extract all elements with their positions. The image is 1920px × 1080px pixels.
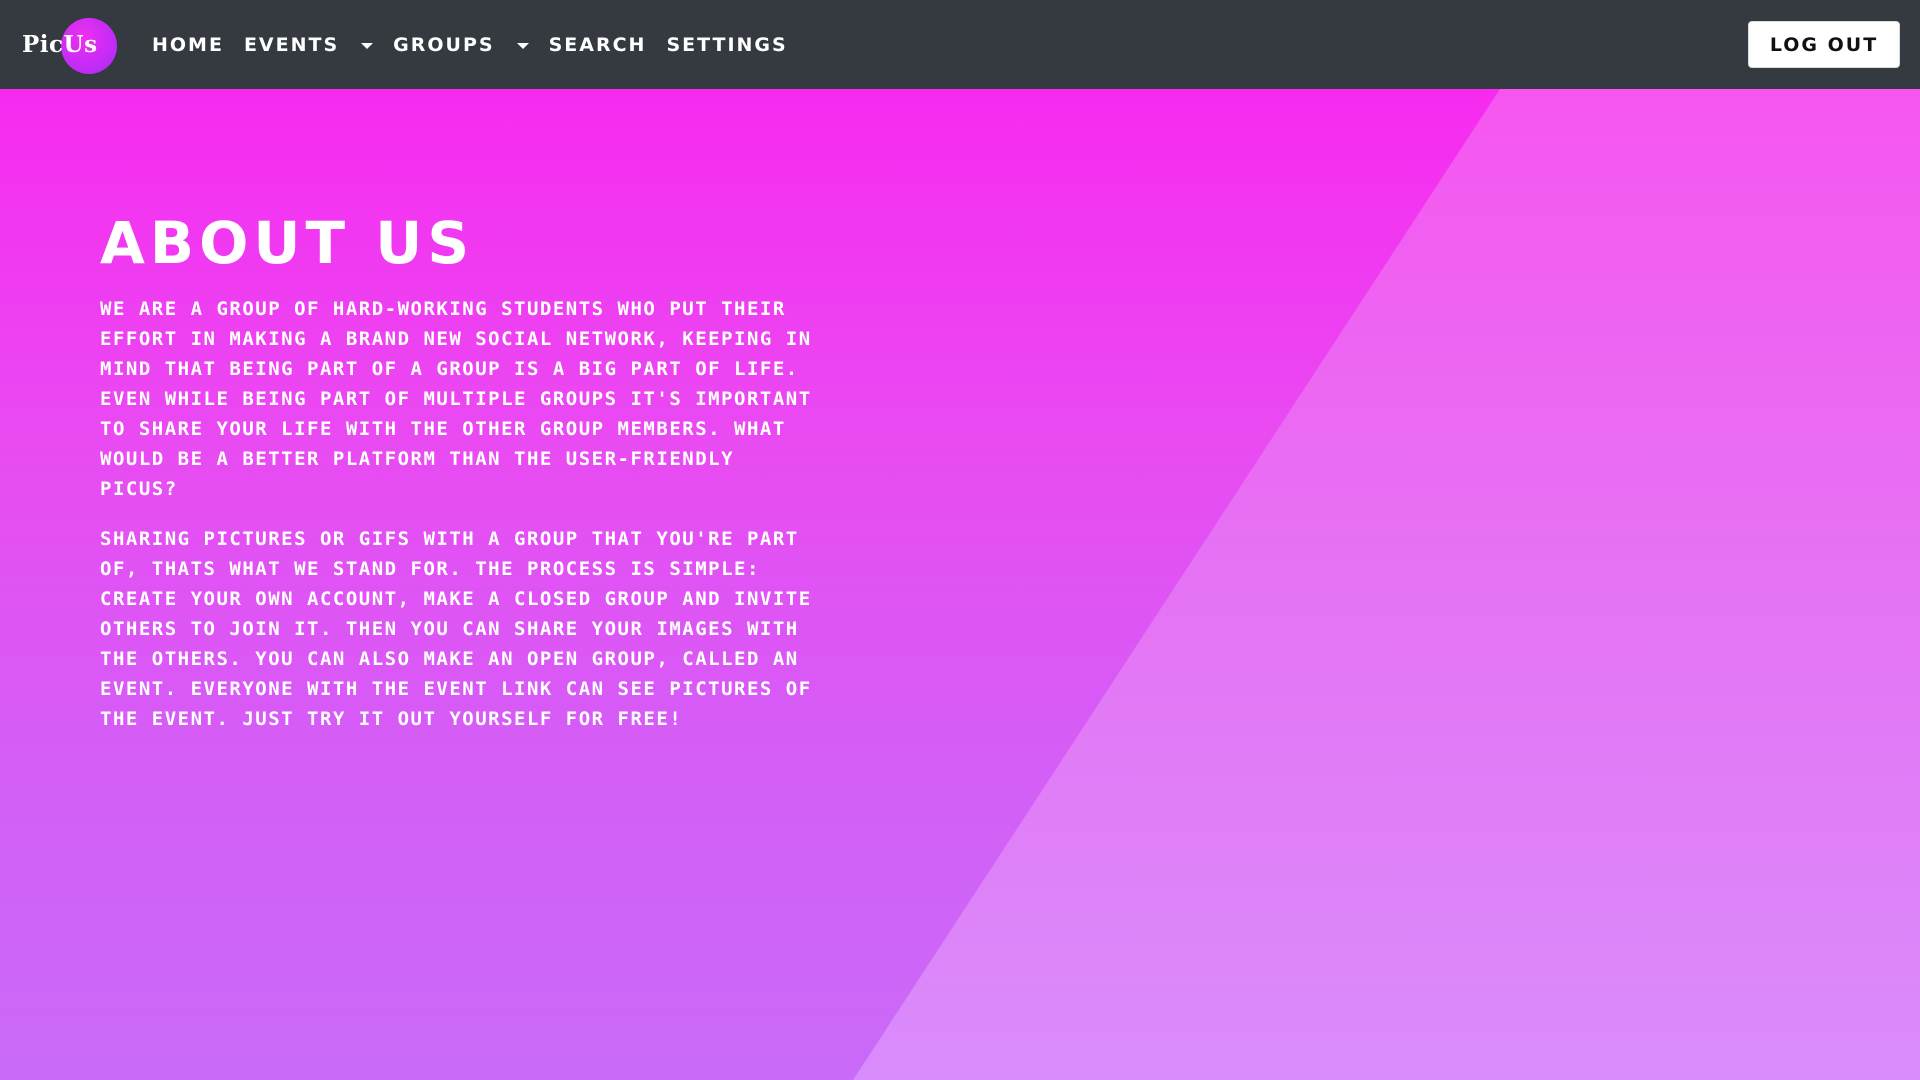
nav-search-link[interactable]: SEARCH [549,34,647,56]
about-paragraph-1: WE ARE A GROUP OF HARD-WORKING STUDENTS … [100,298,812,500]
about-paragraph-2: SHARING PICTURES OR GIFS WITH A GROUP TH… [100,528,812,730]
brand-logo[interactable]: PicUs [22,15,132,75]
caret-down-icon [361,42,374,49]
caret-down-icon [516,42,529,49]
nav-groups-label: GROUPS [393,33,495,56]
logout-button[interactable]: LOG OUT [1748,21,1900,68]
nav-search-label: SEARCH [548,33,647,56]
nav-groups-dropdown[interactable]: GROUPS [393,33,529,56]
nav-settings-link[interactable]: SETTINGS [666,34,787,56]
top-navbar: PicUs HOME EVENTS GROUPS SEARCH SETTINGS… [0,0,1920,89]
nav-home-label: HOME [152,33,224,56]
nav-events-label: EVENTS [243,33,340,56]
about-hero: ABOUT US WE ARE A GROUP OF HARD-WORKING … [0,89,1920,1080]
about-content: ABOUT US WE ARE A GROUP OF HARD-WORKING … [100,214,840,754]
brand-name: PicUs [22,31,98,58]
nav-links: HOME EVENTS GROUPS SEARCH SETTINGS [152,0,808,89]
nav-settings-label: SETTINGS [666,33,788,56]
nav-events-dropdown[interactable]: EVENTS [243,33,374,56]
nav-home-link[interactable]: HOME [152,34,224,56]
page-title: ABOUT US [100,209,475,277]
